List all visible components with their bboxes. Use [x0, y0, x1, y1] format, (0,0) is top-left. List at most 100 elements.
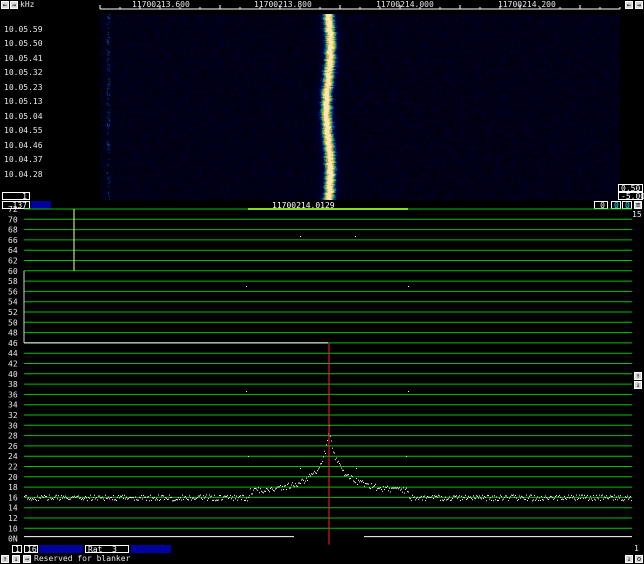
trace-point — [141, 495, 142, 497]
trace-point — [296, 485, 297, 487]
trace-point — [409, 497, 410, 499]
trace-point — [426, 497, 427, 499]
bottom-mode-indicator[interactable] — [39, 545, 83, 553]
zoom-in-button[interactable]: → — [635, 1, 643, 9]
trace-point — [321, 463, 322, 465]
trace-point — [342, 469, 343, 471]
trace-point — [308, 476, 309, 478]
time-label: 10.05.41 — [4, 54, 43, 63]
bottom-right-button[interactable]: → — [23, 555, 31, 563]
scale-up-button[interactable]: ↑ — [634, 372, 642, 380]
trace-point — [511, 494, 512, 496]
trace-point — [423, 496, 424, 498]
trace-point — [316, 472, 317, 474]
y-axis-label: 26 — [8, 442, 18, 451]
trace-point — [286, 489, 287, 491]
trace-point — [56, 494, 57, 496]
trace-point — [615, 498, 616, 500]
trace-point — [156, 498, 157, 500]
trace-point — [153, 497, 154, 499]
bottom-down-button[interactable]: ↓ — [12, 555, 20, 563]
trace-point — [436, 495, 437, 497]
trace-point — [301, 479, 302, 481]
trace-point — [510, 496, 511, 498]
trace-point — [369, 487, 370, 489]
trace-point — [119, 497, 120, 499]
bottom-up-button[interactable]: ↑ — [1, 555, 9, 563]
trace-point — [247, 500, 248, 502]
trace-point — [228, 498, 229, 500]
trace-point — [246, 286, 247, 287]
trace-point — [142, 498, 143, 500]
trace-point — [196, 497, 197, 499]
scale-down-button[interactable]: ↓ — [634, 381, 642, 389]
trace-point — [69, 498, 70, 500]
trace-point — [410, 498, 411, 500]
trace-point — [222, 498, 223, 500]
y-axis-label: 22 — [8, 463, 18, 472]
trace-point — [295, 483, 296, 485]
trace-point — [422, 499, 423, 501]
y-axis-label: 18 — [8, 483, 18, 492]
trace-point — [514, 496, 515, 498]
trace-point — [140, 497, 141, 499]
trace-point — [557, 499, 558, 501]
time-label: 10.04.55 — [4, 126, 43, 135]
trace-point — [31, 499, 32, 501]
waterfall-gain-box[interactable]: 0.50 — [618, 184, 643, 193]
trace-point — [112, 499, 113, 501]
trace-point — [318, 468, 319, 470]
trace-point — [145, 496, 146, 498]
time-label: 10.04.37 — [4, 155, 43, 164]
trace-point — [195, 498, 196, 500]
trace-point — [368, 483, 369, 485]
trace-point — [340, 464, 341, 466]
trace-point — [532, 500, 533, 502]
trace-point — [577, 498, 578, 500]
trace-point — [431, 496, 432, 498]
rat-control[interactable]: Rat 3 — [85, 545, 129, 554]
trace-point — [513, 494, 514, 496]
trace-point — [355, 482, 356, 484]
trace-point — [300, 468, 301, 469]
trace-point — [407, 491, 408, 493]
time-label: 10.05.32 — [4, 68, 43, 77]
trace-point — [396, 487, 397, 489]
trace-point — [109, 498, 110, 500]
trace-point — [443, 500, 444, 502]
trace-point — [66, 497, 67, 499]
waterfall-time-axis: 10.05.59 10.05.50 10.05.41 10.05.32 10.0… — [0, 14, 100, 192]
trace-point — [499, 497, 500, 499]
bottom-box-2[interactable]: 16 — [24, 545, 38, 554]
trace-point — [118, 495, 119, 497]
bottom-info-button[interactable]: ↓ — [625, 555, 633, 563]
trace-point — [463, 496, 464, 498]
trace-point — [246, 391, 247, 392]
waterfall-offset-box[interactable]: -5.00 — [618, 192, 644, 201]
waterfall-average-box[interactable]: 1 — [2, 192, 30, 201]
bottom-close-button[interactable]: o — [635, 555, 643, 563]
trace-point — [110, 496, 111, 498]
trace-point — [417, 496, 418, 498]
trace-point — [485, 496, 486, 498]
trace-point — [55, 495, 56, 497]
bottom-box-1[interactable]: 1 — [12, 545, 22, 554]
trace-point — [291, 484, 292, 486]
trace-point — [464, 497, 465, 499]
trace-point — [202, 498, 203, 500]
trace-point — [500, 494, 501, 496]
trace-point — [320, 463, 321, 465]
trace-point — [568, 494, 569, 496]
trace-point — [627, 495, 628, 497]
trace-point — [354, 481, 355, 483]
zoom-out-button[interactable]: ← — [625, 1, 633, 9]
spectrum-display[interactable]: 7270 686664 62605856 545250 484644 42403836 34… — [0, 206, 644, 546]
trace-point — [76, 496, 77, 498]
trace-point — [546, 497, 547, 499]
waterfall-display[interactable] — [100, 14, 620, 200]
trace-point — [206, 494, 207, 496]
trace-point — [350, 477, 351, 479]
trace-point — [41, 495, 42, 497]
trace-point — [282, 485, 283, 487]
rat-indicator[interactable] — [131, 545, 171, 553]
